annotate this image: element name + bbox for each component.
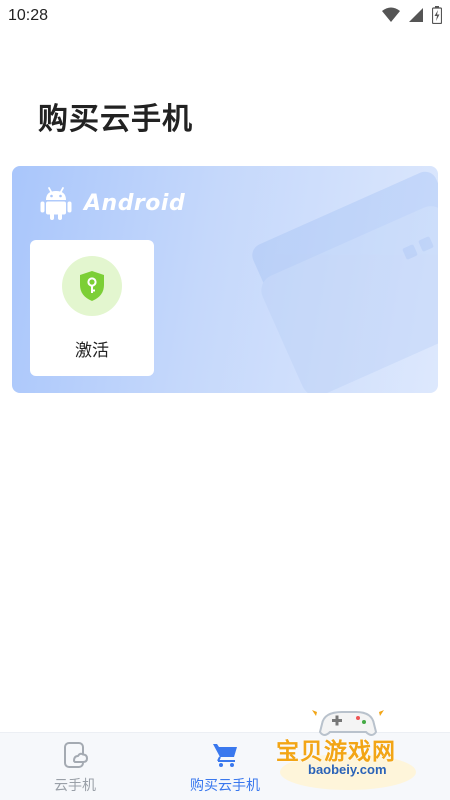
watermark: 宝贝游戏网 baobeiy.com	[272, 702, 422, 798]
watermark-url: baobeiy.com	[308, 762, 387, 777]
cart-icon	[213, 744, 237, 767]
tab-label-cloud-phone: 云手机	[54, 778, 96, 794]
activate-label: 激活	[75, 341, 109, 361]
battery-icon	[432, 6, 442, 24]
platform-header: Android	[40, 186, 185, 220]
page-title: 购买云手机	[38, 102, 193, 137]
android-card: Android 激活	[12, 166, 438, 393]
status-bar: 10:28	[0, 0, 450, 32]
watermark-title: 宝贝游戏网	[276, 739, 396, 765]
signal-icon	[409, 8, 423, 22]
status-icons	[382, 6, 442, 24]
activate-tile[interactable]: 激活	[30, 240, 154, 376]
wifi-icon	[382, 7, 400, 22]
tab-cloud-phone[interactable]: 云手机	[0, 733, 150, 800]
activate-badge	[62, 256, 122, 316]
phone-cloud-icon	[64, 742, 88, 768]
status-time: 10:28	[8, 7, 49, 24]
android-icon	[40, 187, 72, 220]
shield-key-icon	[80, 271, 104, 301]
platform-label: Android	[84, 190, 186, 216]
